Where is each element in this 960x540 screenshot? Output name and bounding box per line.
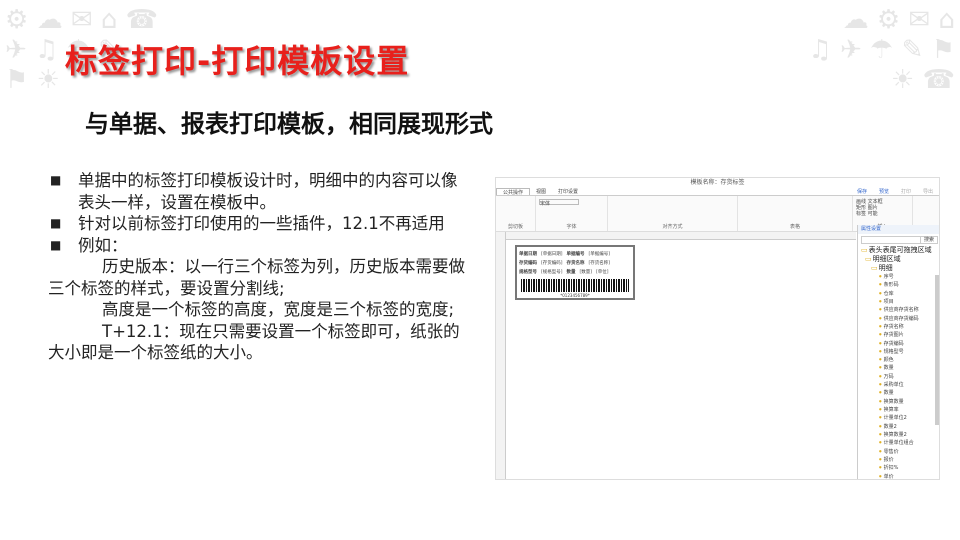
tree-field-item[interactable]: 仓库 <box>861 290 939 298</box>
tree-field-item[interactable]: 数量2 <box>861 423 939 431</box>
window-title: 模板名称：存货标签 <box>690 179 745 186</box>
tree-field-item[interactable]: 颜色 <box>861 356 939 364</box>
horizontal-ruler <box>506 232 856 240</box>
group-align: 对齐方式 <box>608 196 738 231</box>
bullet-item: ■ 单据中的标签打印模板设计时，明细中的内容可以像表头一样，设置在模板中。 <box>48 170 473 213</box>
tree-field-item[interactable]: 条形码 <box>861 281 939 289</box>
export-button[interactable]: 导出 <box>917 188 939 195</box>
label-row: 单据日期 [单据日期] 单据编号 [单据编号] <box>519 249 631 258</box>
tree-field-item[interactable]: 项目 <box>861 298 939 306</box>
paragraph: T+12.1：现在只需要设置一个标签即可，纸张的大小即是一个标签纸的大小。 <box>48 321 460 363</box>
tree-folder[interactable]: 表头表尾可拖拽区域 <box>861 246 939 255</box>
tree-field-item[interactable]: 计量单位2 <box>861 414 939 422</box>
tree-field-item[interactable]: 换算率 <box>861 406 939 414</box>
bullet-square-icon: ■ <box>50 237 62 252</box>
insert-other[interactable]: 可能 <box>868 211 878 217</box>
bullet-item: ■ 例如： <box>48 235 473 257</box>
group-clipboard: 剪切板 <box>496 196 536 231</box>
tree-field-item[interactable]: 万码 <box>861 373 939 381</box>
tree-field-item[interactable]: 规格型号 <box>861 348 939 356</box>
tree-field-item[interactable]: 数量 <box>861 389 939 397</box>
field-label: 单据日期 <box>519 251 537 257</box>
tree-field-item[interactable]: 采购单位 <box>861 381 939 389</box>
tab-print-settings[interactable]: 打印设置 <box>552 188 584 195</box>
slide-subtitle: 与单据、报表打印模板，相同展现形式 <box>85 110 493 138</box>
bullet-text: 单据中的标签打印模板设计时，明细中的内容可以像表头一样，设置在模板中。 <box>78 171 458 212</box>
tree-field-item[interactable]: 换算数量 <box>861 398 939 406</box>
tree-field-item[interactable]: 存货编码 <box>861 340 939 348</box>
group-table: 表格 <box>738 196 853 231</box>
group-label: 表格 <box>789 224 800 230</box>
template-designer-screenshot: 模板名称：存货标签 公共操作 视图 打印设置 保存 预览 打印 导出 剪切板 宋… <box>495 177 940 480</box>
field-value: [单据编号] <box>588 251 611 257</box>
bullet-square-icon: ■ <box>50 173 62 187</box>
slide-title: 标签打印-打印模板设置 <box>65 42 410 80</box>
design-canvas[interactable]: 单据日期 [单据日期] 单据编号 [单据编号] 存货编码 [存货编码] 存货名称 [存货名称… <box>507 241 857 479</box>
tree-field-item[interactable]: 计量单位组合 <box>861 439 939 447</box>
group-label: 对齐方式 <box>662 224 683 230</box>
field-label: 数量 <box>566 269 576 275</box>
insert-label[interactable]: 标签 <box>856 211 866 217</box>
preview-button[interactable]: 预览 <box>873 188 895 195</box>
tree-field-item[interactable]: 存货名称 <box>861 323 939 331</box>
search-button[interactable]: 搜索 <box>919 237 937 244</box>
field-value: [数量] <box>579 269 593 275</box>
barcode-number: *0123456789* <box>560 293 590 298</box>
bullet-item: ■ 针对以前标签打印使用的一些插件，12.1不再适用 <box>48 213 473 235</box>
tree-field-item[interactable]: 报价 <box>861 456 939 464</box>
print-button[interactable]: 打印 <box>895 188 917 195</box>
save-button[interactable]: 保存 <box>851 188 873 195</box>
panel-scrollbar[interactable] <box>935 275 939 425</box>
tree-field-item[interactable]: 零售价 <box>861 448 939 456</box>
label-template[interactable]: 单据日期 [单据日期] 单据编号 [单据编号] 存货编码 [存货编码] 存货名称 [存货名称… <box>515 245 635 300</box>
vertical-ruler <box>496 232 506 479</box>
field-tree: 表头表尾可拖拽区域 明细区域 明细 序号条形码仓库项目供应商存货名称供应商存货编… <box>858 246 939 479</box>
panel-search-input[interactable]: 搜索 <box>861 236 938 244</box>
ribbon-tabs: 公共操作 视图 打印设置 保存 预览 打印 导出 <box>496 188 939 196</box>
tab-view[interactable]: 视图 <box>530 188 552 195</box>
field-label: 单据编号 <box>566 251 585 257</box>
group-label: 字体 <box>566 224 577 230</box>
bullet-text: 针对以前标签打印使用的一些插件，12.1不再适用 <box>78 214 445 233</box>
tree-field-item[interactable]: 数量 <box>861 364 939 372</box>
group-font: 宋体字体 <box>536 196 608 231</box>
field-value: [规格型号] <box>541 269 563 275</box>
group-label: 剪切板 <box>507 224 523 230</box>
tree-field-item[interactable]: 序号 <box>861 273 939 281</box>
tree-folder[interactable]: 明细区域 <box>861 255 939 264</box>
tree-field-item[interactable]: 折扣% <box>861 464 939 472</box>
barcode <box>521 279 629 292</box>
property-panel: 属性设置 搜索 表头表尾可拖拽区域 明细区域 明细 序号条形码仓库项目供应商存货… <box>857 225 939 479</box>
tree-field-item[interactable]: 存货图片 <box>861 331 939 339</box>
bullet-square-icon: ■ <box>50 216 62 230</box>
tree-field-item[interactable]: 单价 <box>861 473 939 479</box>
field-value: [单位] <box>596 269 609 275</box>
field-value: [存货名称] <box>588 260 611 266</box>
tree-field-item[interactable]: 换算数量2 <box>861 431 939 439</box>
font-select[interactable]: 宋体 <box>539 199 579 207</box>
field-value: [单据日期] <box>541 251 563 257</box>
decorative-icons-right: ☁ ⚙ ✉ ⌂ ♫ ✈ ☂ ✎ ⚑ ☀ ☎ <box>808 5 955 95</box>
field-label: 存货名称 <box>566 260 585 266</box>
label-row: 规格型号 [规格型号] 数量 [数量] [单位] <box>519 267 631 276</box>
field-label: 规格型号 <box>519 269 537 275</box>
tab-common[interactable]: 公共操作 <box>496 188 531 196</box>
paragraph: 高度是一个标签的高度，宽度是三个标签的宽度; <box>102 300 455 319</box>
field-value: [存货编码] <box>541 260 563 266</box>
field-label: 存货编码 <box>519 260 537 266</box>
slide-body: ■ 单据中的标签打印模板设计时，明细中的内容可以像表头一样，设置在模板中。 ■ 针对… <box>48 170 473 364</box>
label-row: 存货编码 [存货编码] 存货名称 [存货名称] <box>519 258 631 267</box>
paragraph: 历史版本：以一行三个标签为列，历史版本需要做三个标签的样式，要设置分割线; <box>48 257 465 298</box>
tree-folder[interactable]: 明细 <box>861 264 939 273</box>
tree-field-item[interactable]: 供应商存货编码 <box>861 315 939 323</box>
panel-title: 属性设置 <box>858 225 939 234</box>
tree-field-item[interactable]: 供应商存货名称 <box>861 306 939 314</box>
bullet-text: 例如： <box>78 235 128 255</box>
